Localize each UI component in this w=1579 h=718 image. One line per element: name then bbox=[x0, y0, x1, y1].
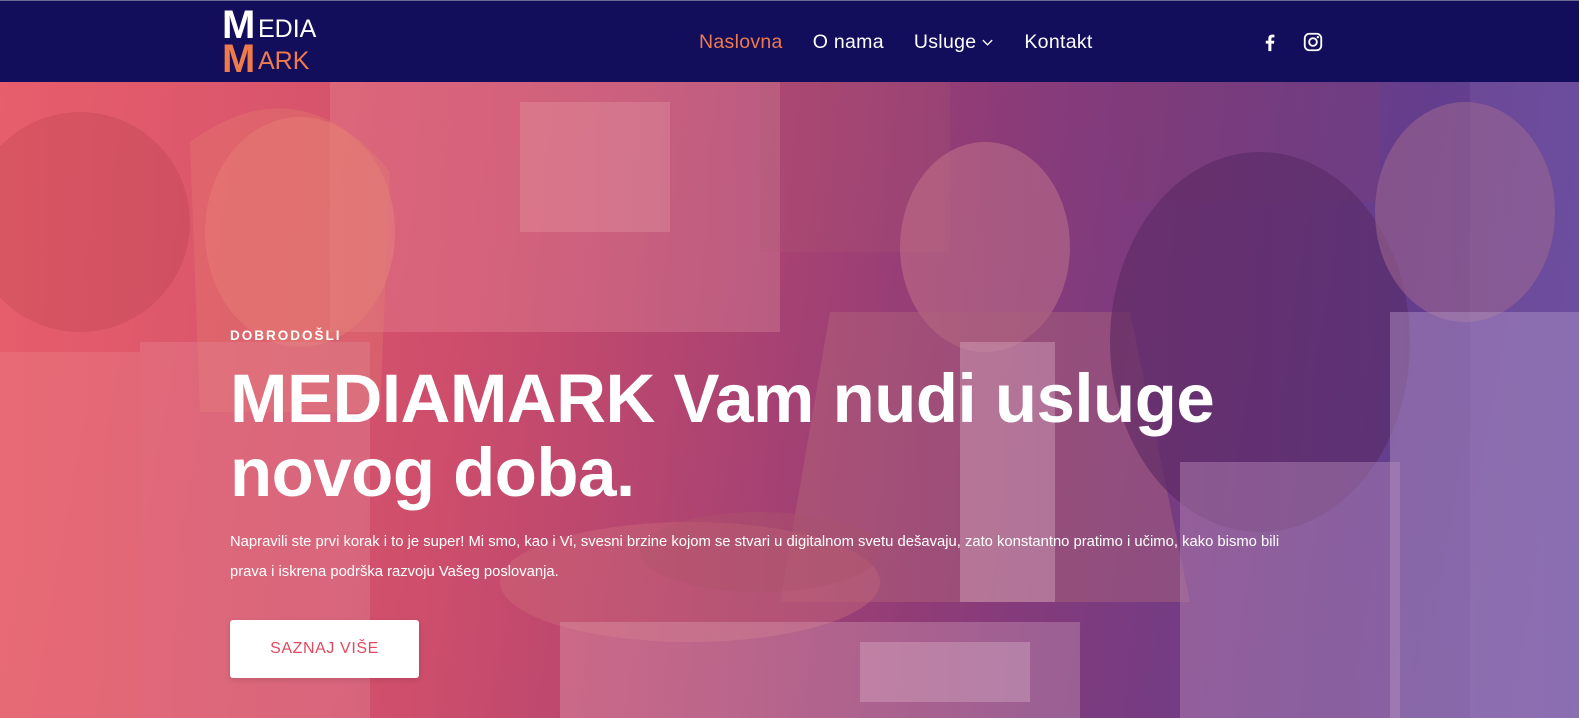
hero-lead-line2: prava i iskrena podrška razvoju Vašeg po… bbox=[230, 564, 559, 580]
hero-headline-line2: novog doba. bbox=[230, 434, 635, 511]
hero-headline: MEDIAMARK Vam nudi usluge novog doba. bbox=[230, 362, 1310, 510]
facebook-link[interactable] bbox=[1258, 31, 1282, 53]
hero-lead-line1: Napravili ste prvi korak i to je super! … bbox=[230, 534, 1280, 550]
nav-item-usluge[interactable]: Usluge bbox=[914, 31, 995, 54]
nav-item-kontakt[interactable]: Kontakt bbox=[1024, 31, 1092, 54]
hero-headline-line1: MEDIAMARK Vam nudi usluge bbox=[230, 360, 1215, 437]
social-links bbox=[1258, 31, 1326, 53]
facebook-icon bbox=[1265, 34, 1275, 52]
instagram-link[interactable] bbox=[1302, 31, 1326, 53]
site-header: M EDIA M ARK Naslovna O nama Usluge Kont… bbox=[0, 0, 1579, 82]
logo-initial-bottom: M bbox=[222, 37, 256, 81]
hero-lead-text: Napravili ste prvi korak i to je super! … bbox=[230, 527, 1340, 587]
logo-word-top: EDIA bbox=[258, 15, 317, 43]
nav-item-naslovna[interactable]: Naslovna bbox=[699, 31, 783, 54]
hero-eyebrow: DOBRODOŠLI bbox=[230, 328, 342, 343]
logo-word-bottom: ARK bbox=[258, 47, 310, 75]
nav-item-label: O nama bbox=[812, 30, 884, 53]
hero-section: DOBRODOŠLI MEDIAMARK Vam nudi usluge nov… bbox=[0, 82, 1579, 718]
main-nav: Naslovna O nama Usluge Kontakt bbox=[699, 1, 1093, 83]
mediamark-logo[interactable]: M EDIA M ARK bbox=[222, 5, 322, 79]
nav-item-label: Naslovna bbox=[699, 30, 783, 53]
saznaj-vise-button[interactable]: SAZNAJ VIŠE bbox=[230, 620, 419, 678]
nav-item-o-nama[interactable]: O nama bbox=[813, 31, 884, 54]
nav-item-label: Kontakt bbox=[1024, 30, 1093, 53]
chevron-down-icon bbox=[982, 39, 994, 46]
nav-item-label: Usluge bbox=[913, 30, 977, 53]
instagram-icon bbox=[1303, 32, 1323, 52]
